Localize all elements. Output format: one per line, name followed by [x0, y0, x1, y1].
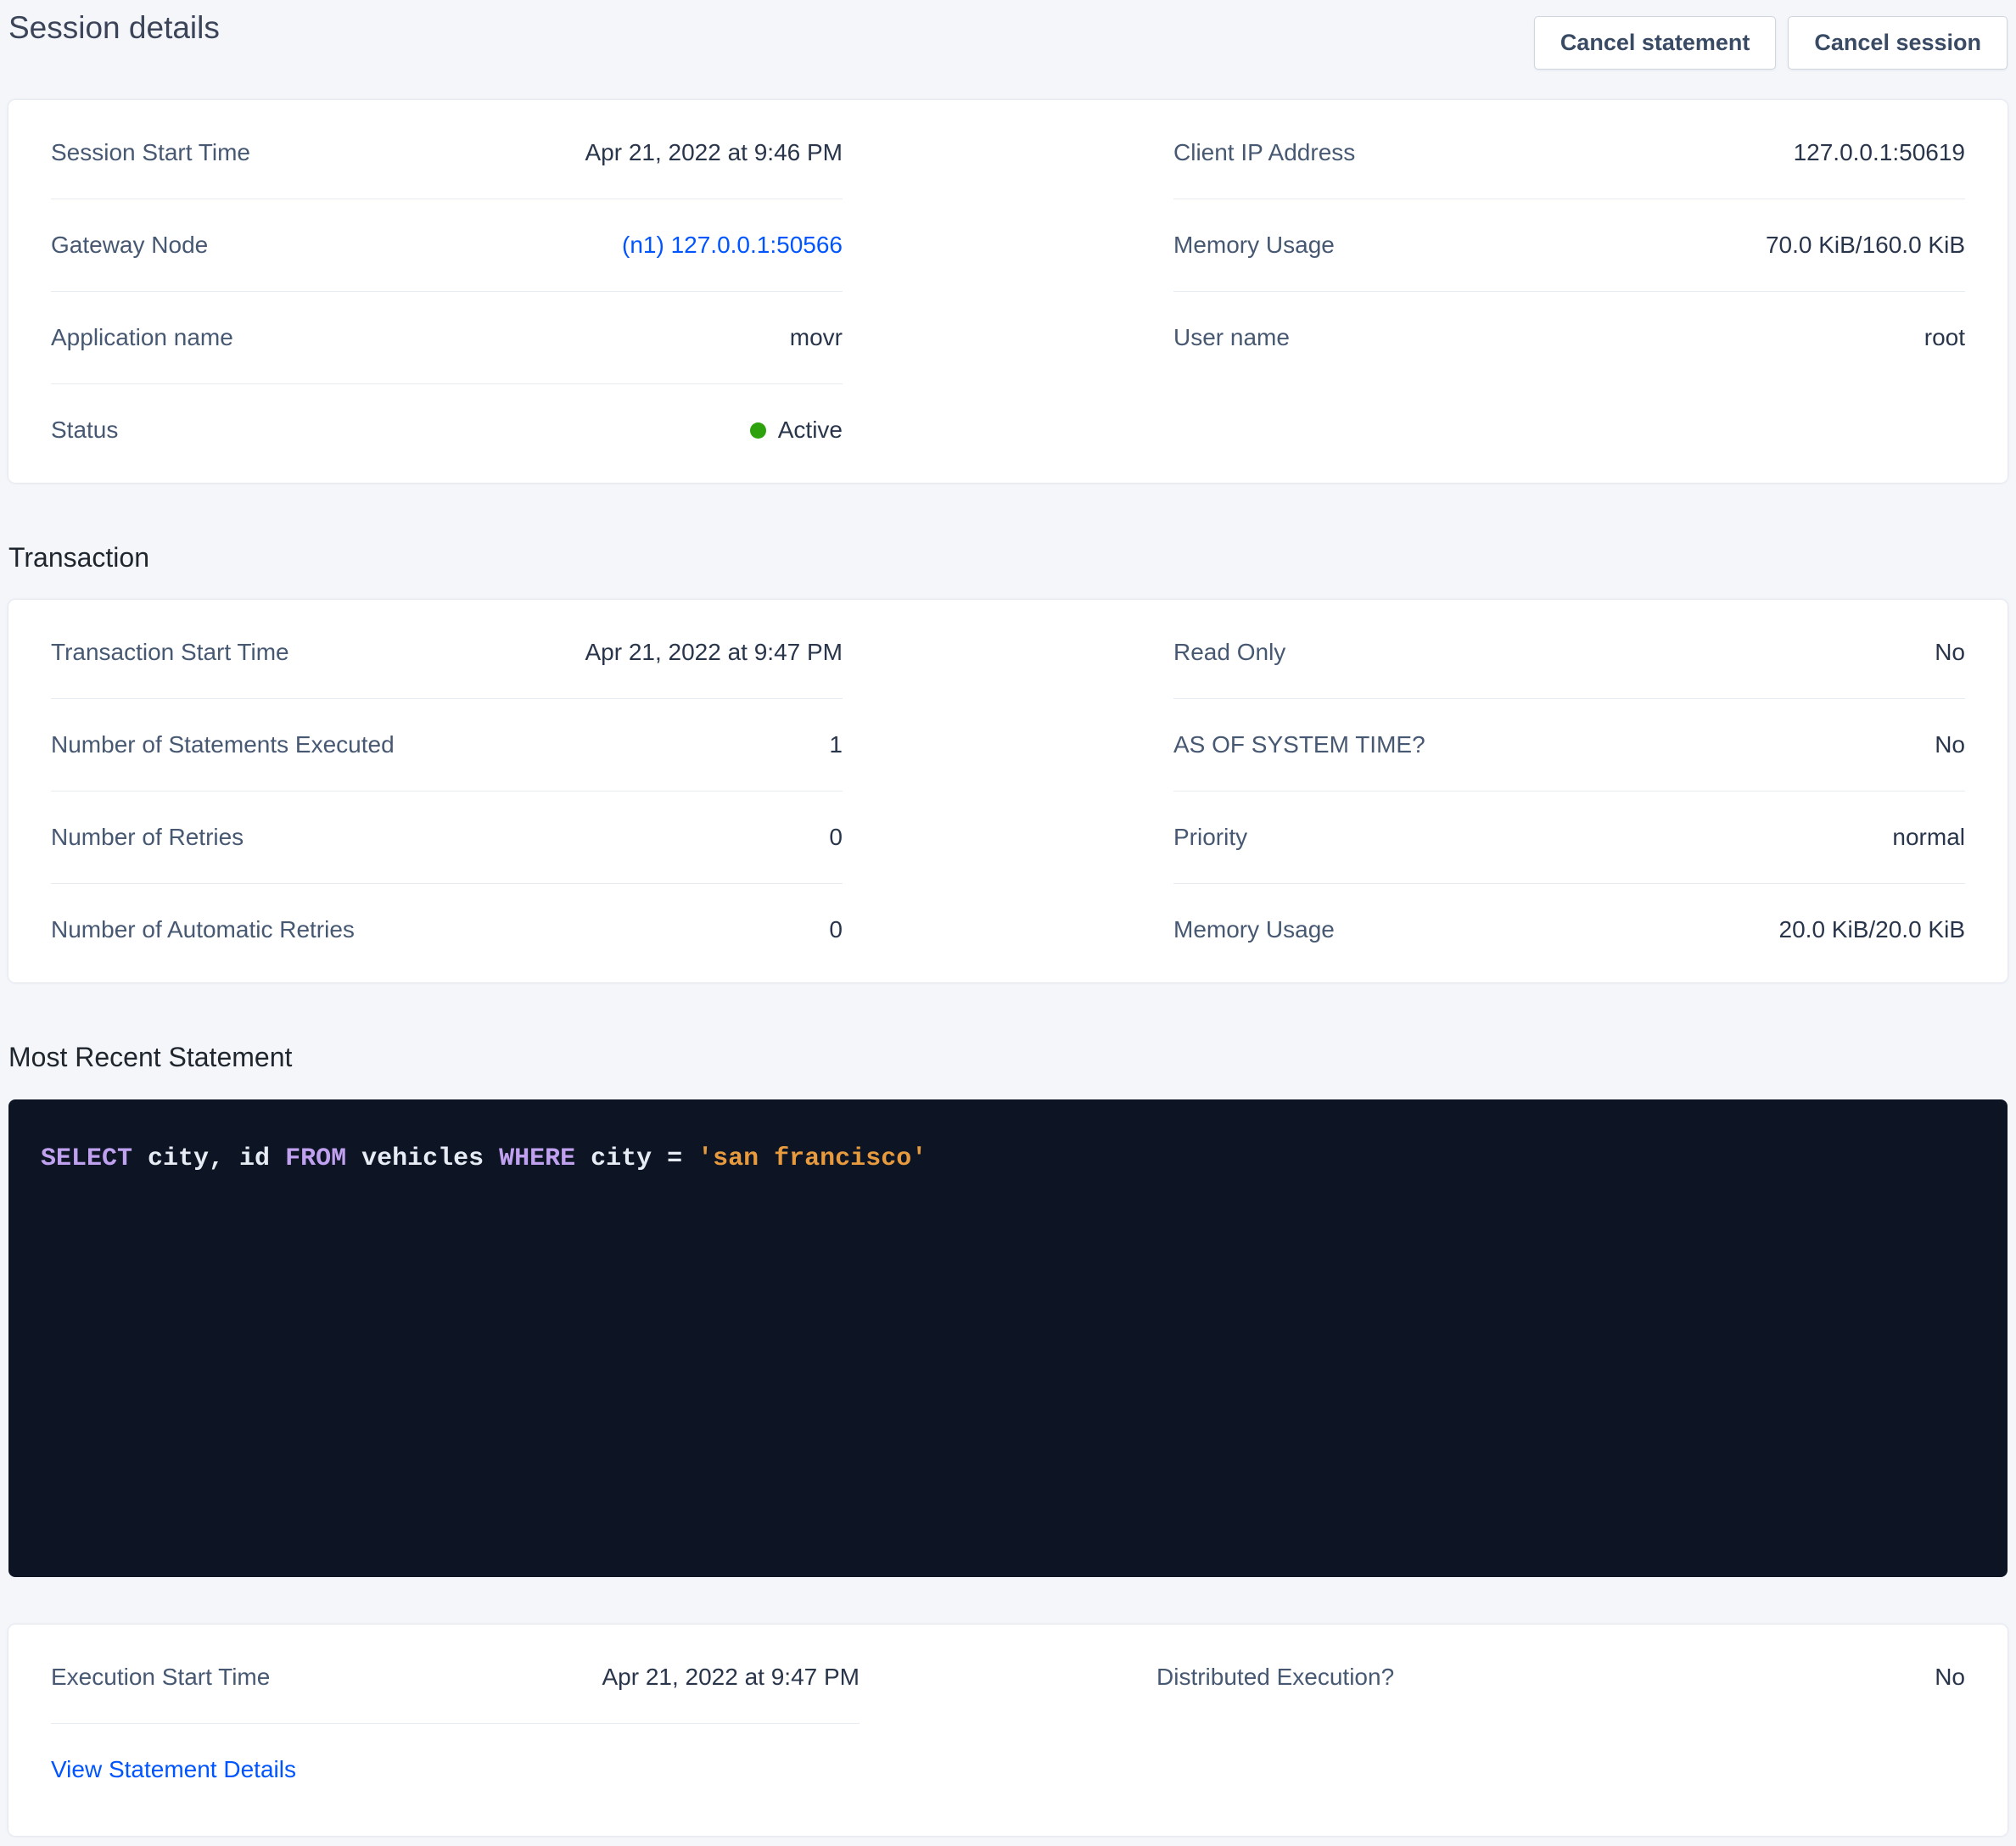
session-memory-usage-value: 70.0 KiB/160.0 KiB [1766, 230, 1965, 260]
header-actions: Cancel statement Cancel session [1534, 8, 2008, 70]
execution-card-left-column: Execution Start Time Apr 21, 2022 at 9:4… [51, 1631, 860, 1815]
session-start-time-row: Session Start Time Apr 21, 2022 at 9:46 … [51, 107, 843, 199]
most-recent-statement-heading: Most Recent Statement [8, 1040, 2008, 1074]
status-row: Status Active [51, 384, 843, 476]
cancel-statement-button[interactable]: Cancel statement [1534, 16, 1777, 70]
retries-row: Number of Retries 0 [51, 792, 843, 884]
priority-label: Priority [1173, 822, 1247, 853]
sql-token-plain: vehicles [346, 1144, 499, 1173]
session-card-left-column: Session Start Time Apr 21, 2022 at 9:46 … [51, 107, 843, 476]
retries-value: 0 [829, 822, 843, 853]
application-name-row: Application name movr [51, 292, 843, 384]
execution-start-time-label: Execution Start Time [51, 1662, 270, 1692]
transaction-section-heading: Transaction [8, 540, 2008, 574]
gateway-node-label: Gateway Node [51, 230, 208, 260]
sql-token-keyword: WHERE [499, 1144, 575, 1173]
gateway-node-link[interactable]: (n1) 127.0.0.1:50566 [622, 230, 843, 260]
transaction-card: Transaction Start Time Apr 21, 2022 at 9… [8, 600, 2008, 982]
user-name-row: User name root [1173, 292, 1965, 383]
view-statement-details-link[interactable]: View Statement Details [51, 1756, 296, 1782]
client-ip-label: Client IP Address [1173, 137, 1355, 168]
client-ip-value: 127.0.0.1:50619 [1794, 137, 1965, 168]
retries-label: Number of Retries [51, 822, 244, 853]
transaction-card-left-column: Transaction Start Time Apr 21, 2022 at 9… [51, 607, 843, 976]
application-name-label: Application name [51, 322, 233, 353]
session-start-time-value: Apr 21, 2022 at 9:46 PM [585, 137, 843, 168]
automatic-retries-row: Number of Automatic Retries 0 [51, 884, 843, 976]
transaction-memory-usage-label: Memory Usage [1173, 915, 1335, 945]
user-name-label: User name [1173, 322, 1290, 353]
application-name-value: movr [790, 322, 843, 353]
status-active-dot-icon [750, 422, 766, 439]
session-summary-card: Session Start Time Apr 21, 2022 at 9:46 … [8, 100, 2008, 483]
transaction-card-right-column: Read Only No AS OF SYSTEM TIME? No Prior… [1173, 607, 1965, 976]
sql-token-keyword: SELECT [41, 1144, 132, 1173]
sql-token-string: 'san francisco' [697, 1144, 927, 1173]
priority-value: normal [1892, 822, 1965, 853]
session-memory-usage-row: Memory Usage 70.0 KiB/160.0 KiB [1173, 199, 1965, 292]
automatic-retries-label: Number of Automatic Retries [51, 915, 355, 945]
read-only-row: Read Only No [1173, 607, 1965, 699]
sql-statement-box: SELECT city, id FROM vehicles WHERE city… [8, 1099, 2008, 1577]
sql-token-plain: city = [575, 1144, 697, 1173]
client-ip-row: Client IP Address 127.0.0.1:50619 [1173, 107, 1965, 199]
cancel-session-button[interactable]: Cancel session [1788, 16, 2008, 70]
as-of-system-time-label: AS OF SYSTEM TIME? [1173, 730, 1425, 760]
as-of-system-time-value: No [1935, 730, 1965, 760]
statements-executed-value: 1 [829, 730, 843, 760]
session-memory-usage-label: Memory Usage [1173, 230, 1335, 260]
session-start-time-label: Session Start Time [51, 137, 250, 168]
user-name-value: root [1924, 322, 1965, 353]
gateway-node-row: Gateway Node (n1) 127.0.0.1:50566 [51, 199, 843, 292]
sql-token-plain: city, id [132, 1144, 285, 1173]
transaction-start-time-label: Transaction Start Time [51, 637, 289, 668]
transaction-start-time-row: Transaction Start Time Apr 21, 2022 at 9… [51, 607, 843, 699]
automatic-retries-value: 0 [829, 915, 843, 945]
execution-card: Execution Start Time Apr 21, 2022 at 9:4… [8, 1625, 2008, 1836]
session-card-right-column: Client IP Address 127.0.0.1:50619 Memory… [1173, 107, 1965, 476]
transaction-memory-usage-value: 20.0 KiB/20.0 KiB [1779, 915, 1965, 945]
statements-executed-row: Number of Statements Executed 1 [51, 699, 843, 792]
distributed-execution-label: Distributed Execution? [1156, 1662, 1394, 1692]
execution-start-time-value: Apr 21, 2022 at 9:47 PM [602, 1662, 860, 1692]
read-only-label: Read Only [1173, 637, 1285, 668]
transaction-start-time-value: Apr 21, 2022 at 9:47 PM [585, 637, 843, 668]
distributed-execution-value: No [1935, 1662, 1965, 1692]
status-badge: Active [750, 415, 843, 445]
execution-card-right-column: Distributed Execution? No [1156, 1631, 1965, 1815]
priority-row: Priority normal [1173, 792, 1965, 884]
as-of-system-time-row: AS OF SYSTEM TIME? No [1173, 699, 1965, 792]
sql-token-keyword: FROM [285, 1144, 346, 1173]
status-value: Active [778, 415, 843, 445]
sql-statement-text: SELECT city, id FROM vehicles WHERE city… [41, 1142, 1975, 1176]
transaction-memory-usage-row: Memory Usage 20.0 KiB/20.0 KiB [1173, 884, 1965, 976]
page-header: Session details Cancel statement Cancel … [0, 0, 2016, 78]
read-only-value: No [1935, 637, 1965, 668]
view-statement-details-row: View Statement Details [51, 1724, 860, 1815]
statements-executed-label: Number of Statements Executed [51, 730, 395, 760]
page-title: Session details [8, 8, 220, 47]
status-label: Status [51, 415, 118, 445]
execution-start-time-row: Execution Start Time Apr 21, 2022 at 9:4… [51, 1631, 860, 1724]
distributed-execution-row: Distributed Execution? No [1156, 1631, 1965, 1723]
